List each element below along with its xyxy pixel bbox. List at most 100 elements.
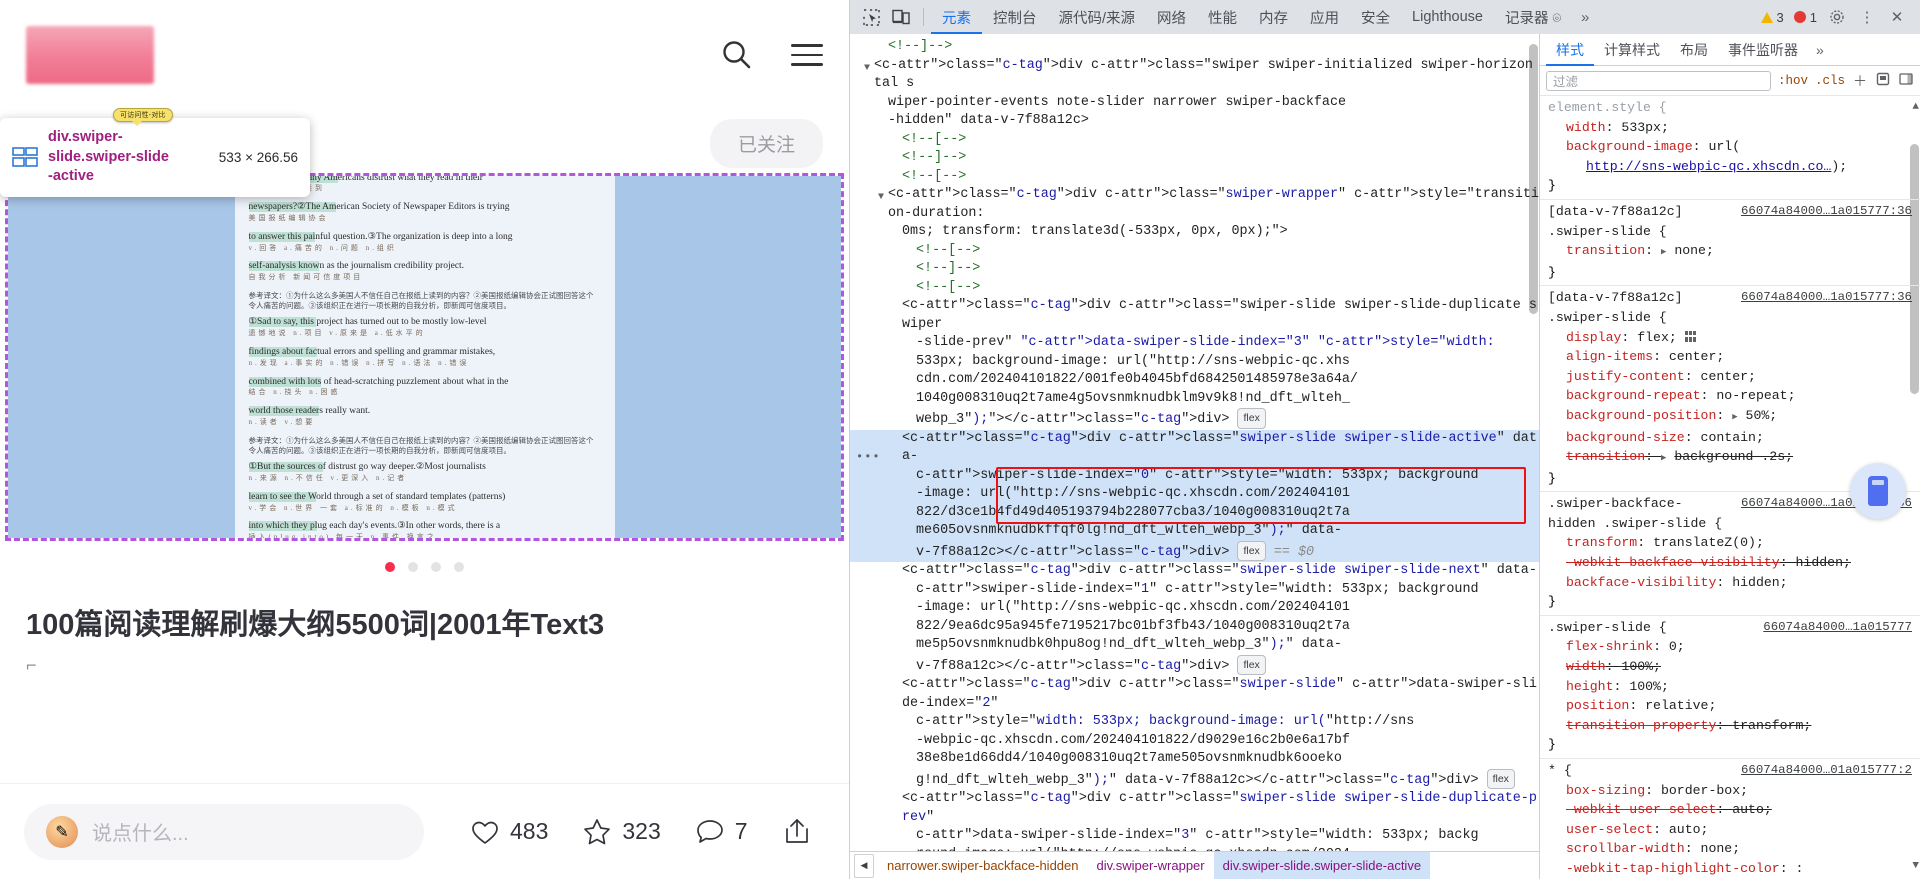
breadcrumb-scroll-left[interactable]: ◀ bbox=[854, 853, 874, 878]
css-property[interactable]: width bbox=[1566, 120, 1606, 135]
styles-scroll-down-arrow[interactable]: ▼ bbox=[1912, 857, 1919, 877]
css-declaration[interactable]: background-position: ▶ 50%; bbox=[1540, 406, 1920, 428]
flex-badge[interactable]: flex bbox=[1486, 768, 1515, 789]
css-property[interactable]: backface-visibility bbox=[1566, 575, 1716, 590]
dom-tree-line[interactable]: v-7f88a12c></c-attr">class="c-tag">div> … bbox=[850, 654, 1539, 677]
css-value[interactable]: none; bbox=[1701, 841, 1741, 856]
css-declaration[interactable]: background-size: contain; bbox=[1540, 428, 1920, 448]
dom-tree-line[interactable]: <c-attr">class="c-tag">div c-attr">class… bbox=[850, 562, 1539, 581]
dom-tree-line[interactable]: v-7f88a12c></c-attr">class="c-tag">div> … bbox=[850, 540, 1539, 562]
devtools-tab-1[interactable]: 控制台 bbox=[982, 0, 1048, 34]
dom-tree-line[interactable]: <c-attr">class="c-tag">div c-attr">class… bbox=[850, 676, 1539, 713]
css-declaration[interactable]: width: 100%; bbox=[1540, 657, 1920, 677]
css-value[interactable]: background .2s; bbox=[1674, 449, 1793, 464]
css-declaration[interactable]: display: flex; bbox=[1540, 328, 1920, 348]
css-property[interactable]: transition bbox=[1566, 449, 1645, 464]
css-declaration[interactable]: transition: ▶ background .2s; bbox=[1540, 447, 1920, 469]
css-source-link[interactable]: 66074a84000…01a015777:2 bbox=[1741, 761, 1912, 781]
hamburger-menu-icon[interactable] bbox=[791, 44, 823, 66]
css-selector[interactable]: element.style { bbox=[1548, 98, 1912, 118]
carousel-dots[interactable] bbox=[0, 538, 849, 572]
disclosure-triangle-icon[interactable]: ▼ bbox=[878, 189, 884, 208]
selected-dom-node[interactable]: <c-attr">class="c-tag">div c-attr">class… bbox=[850, 429, 1539, 562]
flex-badge[interactable]: flex bbox=[1237, 654, 1266, 675]
flex-badge[interactable]: flex bbox=[1237, 540, 1266, 561]
css-value[interactable]: auto; bbox=[1669, 822, 1709, 837]
collect-button[interactable]: 323 bbox=[582, 817, 661, 847]
kebab-menu-icon[interactable]: ⋮ bbox=[1854, 4, 1880, 30]
css-declaration[interactable]: background-image: url( bbox=[1540, 137, 1920, 157]
dom-tree-line[interactable]: <!--[--> bbox=[850, 279, 1539, 298]
css-value[interactable]: translateZ(0); bbox=[1653, 535, 1764, 550]
css-property[interactable]: user-select bbox=[1566, 822, 1653, 837]
dom-tree-line[interactable]: c-attr">swiper-slide-index="1" c-attr">s… bbox=[850, 581, 1539, 600]
element-picker-icon[interactable] bbox=[856, 4, 886, 30]
like-button[interactable]: 483 bbox=[470, 817, 548, 847]
css-selector[interactable]: .swiper-slide { bbox=[1548, 618, 1757, 638]
share-button[interactable] bbox=[782, 817, 812, 847]
css-url-link[interactable]: http://sns-webpic-qc.xhscdn.co… bbox=[1586, 159, 1831, 174]
comment-input-box[interactable]: ✎ 说点什么... bbox=[24, 803, 424, 860]
css-property[interactable]: background-image bbox=[1566, 139, 1693, 154]
css-declaration[interactable]: align-items: center; bbox=[1540, 347, 1920, 367]
css-property[interactable]: justify-content bbox=[1566, 369, 1685, 384]
css-value[interactable]: auto; bbox=[1732, 802, 1772, 817]
css-value[interactable]: hidden; bbox=[1796, 555, 1851, 570]
css-declaration[interactable]: position: relative; bbox=[1540, 696, 1920, 716]
usb-device-icon[interactable] bbox=[1850, 463, 1906, 519]
close-icon[interactable]: ✕ bbox=[1884, 4, 1910, 30]
dom-tree-line[interactable]: -image: url("http://sns-webpic-qc.xhscdn… bbox=[850, 485, 1539, 504]
dom-tree-line[interactable]: c-attr">style="width: 533px; background-… bbox=[850, 713, 1539, 732]
css-declaration[interactable]: -webkit-tap-highlight-color: : bbox=[1540, 859, 1920, 879]
dom-tree-line[interactable]: <!--]--> bbox=[850, 38, 1539, 57]
css-value[interactable]: flex; bbox=[1637, 330, 1677, 345]
styles-tab-0[interactable]: 样式 bbox=[1546, 34, 1594, 66]
site-logo[interactable] bbox=[26, 26, 154, 84]
dom-tree-line[interactable]: <!--]--> bbox=[850, 149, 1539, 168]
dom-tree-line[interactable]: 822/9ea6dc95a945fe7195217bc01bf3fb43/104… bbox=[850, 618, 1539, 637]
dom-tree-line[interactable]: wiper-pointer-events note-slider narrowe… bbox=[850, 94, 1539, 113]
devtools-tab-7[interactable]: 安全 bbox=[1350, 0, 1401, 34]
css-value[interactable]: none; bbox=[1674, 243, 1714, 258]
dom-tree-line[interactable]: c-attr">swiper-slide-index="0" c-attr">s… bbox=[850, 466, 1539, 485]
dom-tree-line[interactable]: ▼ <c-attr">class="c-tag">div c-attr">clas… bbox=[850, 186, 1539, 223]
dom-tree-line[interactable]: 38e8be1d66dd4/1040g008310uq2t7ame505ovsn… bbox=[850, 750, 1539, 769]
carousel-dot[interactable] bbox=[454, 562, 464, 572]
css-declaration[interactable]: -webkit-user-select: auto; bbox=[1540, 800, 1920, 820]
css-property[interactable]: -webkit-tap-highlight-color bbox=[1566, 861, 1780, 876]
dom-tree-line[interactable]: -slide-prev" "c-attr">data-swiper-slide-… bbox=[850, 334, 1539, 353]
dom-tree-line[interactable]: <c-attr">class="c-tag">div c-attr">class… bbox=[850, 297, 1539, 334]
dom-tree-line[interactable]: <c-attr">class="c-tag">div c-attr">class… bbox=[850, 790, 1539, 827]
css-value[interactable]: center; bbox=[1669, 349, 1724, 364]
expand-triangle-icon[interactable]: ▶ bbox=[1661, 453, 1666, 463]
dom-tree-line[interactable]: -webpic-qc.xhscdn.com/202404101822/d9029… bbox=[850, 732, 1539, 751]
dom-tree-line[interactable]: 1040g008310uq2t7ame4g5ovsnmknudbklm9v9k8… bbox=[850, 390, 1539, 409]
devtools-tab-3[interactable]: 网络 bbox=[1146, 0, 1197, 34]
css-value[interactable]: no-repeat; bbox=[1716, 388, 1795, 403]
flex-badge[interactable]: flex bbox=[1237, 408, 1266, 429]
new-style-rule-icon[interactable] bbox=[1875, 72, 1891, 89]
css-selector-continued[interactable]: .swiper-slide { bbox=[1540, 222, 1920, 242]
css-selector[interactable]: .swiper-backface- bbox=[1548, 494, 1735, 514]
comment-button[interactable]: 7 bbox=[695, 817, 748, 847]
css-selector[interactable]: * { bbox=[1548, 761, 1735, 781]
breadcrumb-item-0[interactable]: narrower.swiper-backface-hidden bbox=[878, 852, 1087, 879]
dom-tree-line[interactable]: 822/d3ce1b4fd49d405193794b228077cba3/104… bbox=[850, 503, 1539, 522]
css-property[interactable]: transform bbox=[1566, 535, 1637, 550]
css-value[interactable]: transform; bbox=[1732, 718, 1811, 733]
css-value[interactable]: contain; bbox=[1701, 430, 1764, 445]
css-value[interactable]: hidden; bbox=[1732, 575, 1787, 590]
dom-tree-line[interactable]: webp_3");"></c-attr">class="c-tag">div> … bbox=[850, 408, 1539, 430]
css-declaration[interactable]: transition-property: transform; bbox=[1540, 716, 1920, 736]
css-rule[interactable]: element.style {width: 533px; background-i… bbox=[1540, 96, 1920, 200]
css-declaration[interactable]: box-sizing: border-box; bbox=[1540, 781, 1920, 801]
styles-tabs-overflow[interactable]: » bbox=[1810, 42, 1830, 58]
css-declaration[interactable]: width: 533px; bbox=[1540, 118, 1920, 138]
dom-tree-line[interactable]: -hidden" data-v-7f88a12c> bbox=[850, 112, 1539, 131]
expand-triangle-icon[interactable]: ▶ bbox=[1732, 412, 1737, 422]
css-selector[interactable]: [data-v-7f88a12c] bbox=[1548, 288, 1735, 308]
devtools-tab-2[interactable]: 源代码/来源 bbox=[1048, 0, 1147, 34]
devtools-tab-5[interactable]: 内存 bbox=[1248, 0, 1299, 34]
css-rule[interactable]: .swiper-slide {66074a84000…1a015777 flex-… bbox=[1540, 616, 1920, 759]
devtools-tabs-overflow[interactable]: » bbox=[1572, 4, 1598, 30]
